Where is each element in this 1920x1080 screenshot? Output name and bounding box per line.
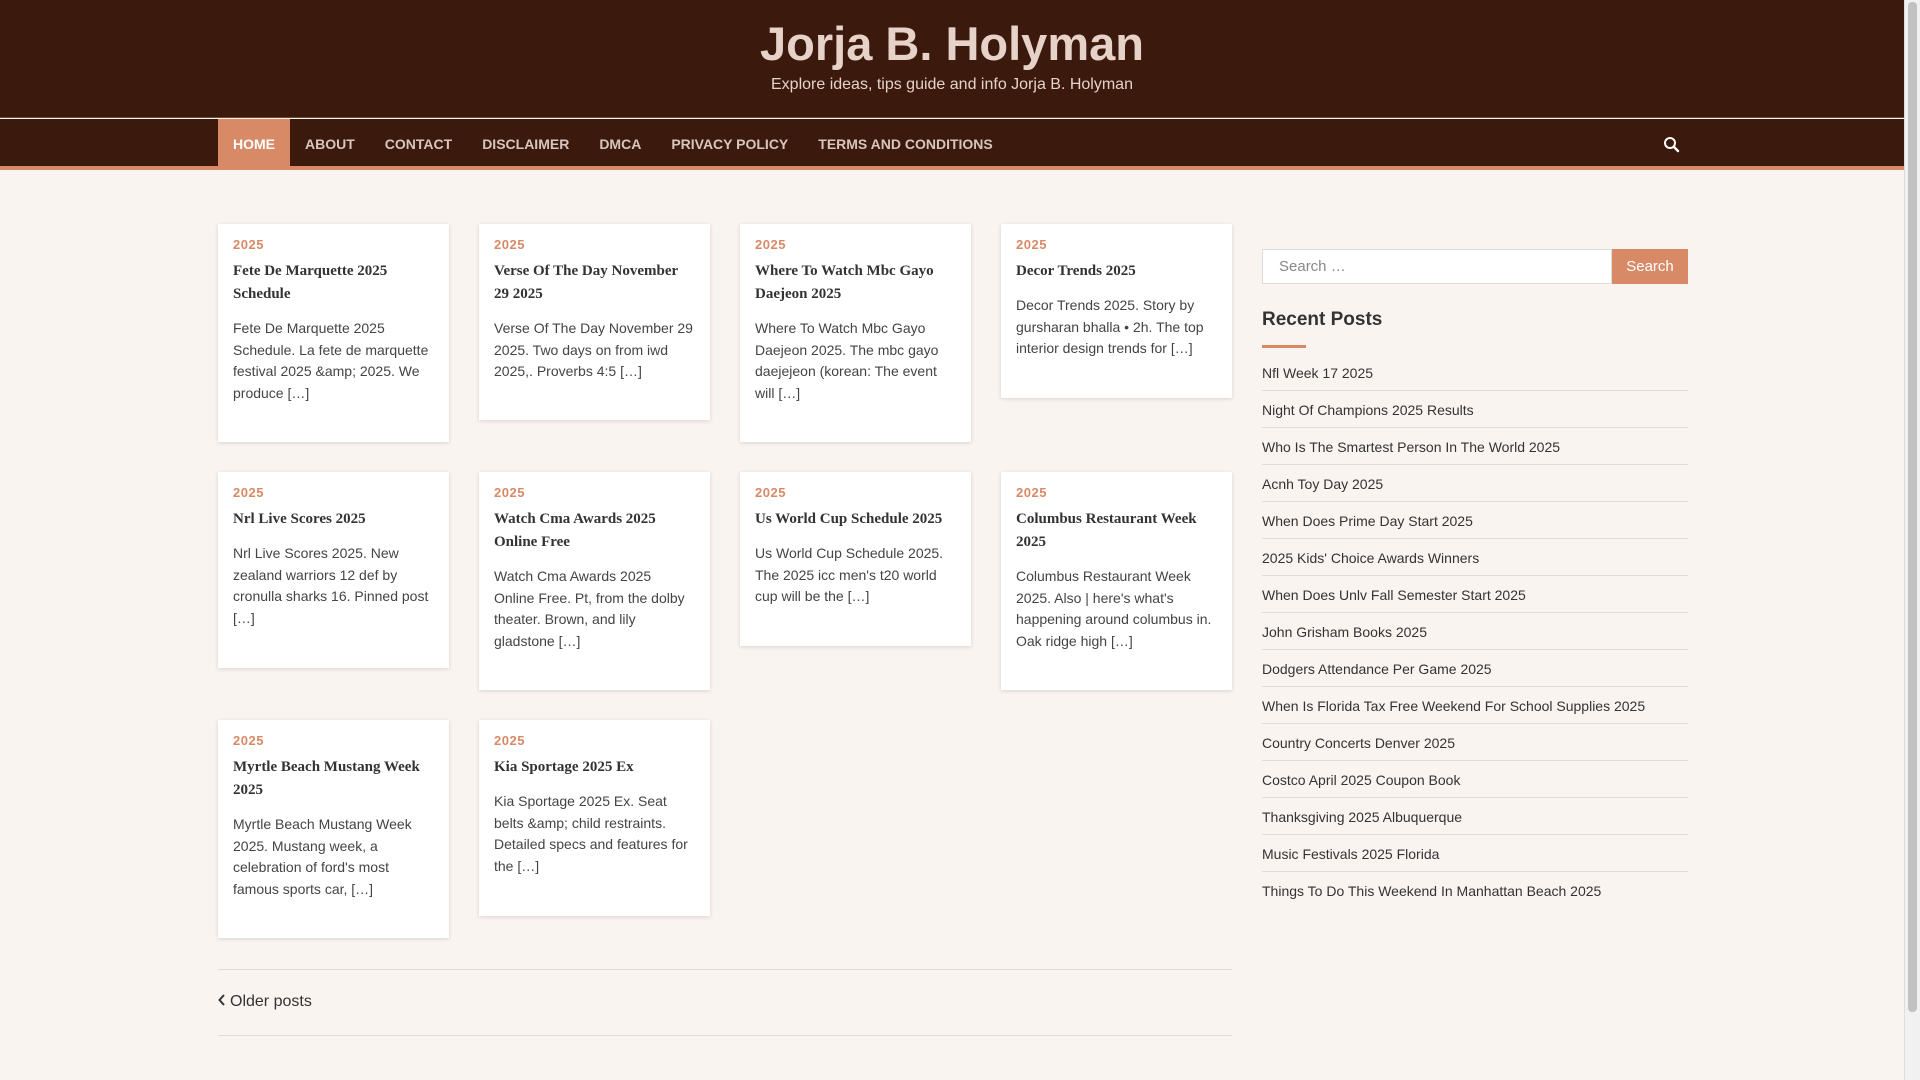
post-card: 2025 Us World Cup Schedule 2025 Us World…: [740, 472, 971, 646]
chevron-left-icon: [218, 993, 226, 1011]
post-category[interactable]: 2025: [494, 237, 695, 252]
search-icon[interactable]: [1660, 133, 1684, 157]
post-excerpt: Watch Cma Awards 2025 Online Free. Pt, f…: [494, 568, 685, 649]
post-grid: 2025 Fete De Marquette 2025 Schedule Fet…: [218, 224, 1232, 944]
post-title[interactable]: Decor Trends 2025: [1016, 260, 1217, 283]
nav-item-about[interactable]: ABOUT: [290, 119, 370, 170]
title-underline: [1262, 345, 1306, 348]
post-excerpt: Decor Trends 2025. Story by gursharan bh…: [1016, 297, 1204, 356]
recent-post-link[interactable]: Country Concerts Denver 2025: [1262, 724, 1688, 761]
recent-post-link[interactable]: Night Of Champions 2025 Results: [1262, 391, 1688, 428]
recent-post-link[interactable]: When Does Prime Day Start 2025: [1262, 502, 1688, 539]
post-title[interactable]: Columbus Restaurant Week 2025: [1016, 508, 1217, 554]
site-header: Jorja B. Holyman Explore ideas, tips gui…: [0, 0, 1904, 118]
main-nav: HOME ABOUT CONTACT DISCLAIMER DMCA PRIVA…: [0, 119, 1904, 170]
post-card: 2025 Columbus Restaurant Week 2025 Colum…: [1001, 472, 1232, 690]
post-excerpt: Columbus Restaurant Week 2025. Also | he…: [1016, 568, 1212, 649]
nav-item-dmca[interactable]: DMCA: [584, 119, 656, 170]
post-excerpt: Verse Of The Day November 29 2025. Two d…: [494, 320, 693, 379]
post-title[interactable]: Us World Cup Schedule 2025: [755, 508, 956, 531]
post-excerpt: Kia Sportage 2025 Ex. Seat belts &amp; c…: [494, 793, 688, 874]
recent-post-link[interactable]: Things To Do This Weekend In Manhattan B…: [1262, 872, 1688, 908]
post-excerpt: Us World Cup Schedule 2025. The 2025 icc…: [755, 545, 944, 604]
recent-posts-list: Nfl Week 17 2025 Night Of Champions 2025…: [1262, 354, 1688, 908]
recent-post-link[interactable]: 2025 Kids' Choice Awards Winners: [1262, 539, 1688, 576]
nav-item-home[interactable]: HOME: [218, 119, 290, 170]
sidebar: Search Recent Posts Nfl Week 17 2025 Nig…: [1262, 249, 1688, 908]
recent-posts-title: Recent Posts: [1262, 309, 1383, 330]
post-title[interactable]: Where To Watch Mbc Gayo Daejeon 2025: [755, 260, 956, 306]
post-category[interactable]: 2025: [494, 485, 695, 500]
page-scrollbar[interactable]: [1904, 0, 1920, 1080]
post-category[interactable]: 2025: [1016, 485, 1217, 500]
post-card: 2025 Myrtle Beach Mustang Week 2025 Myrt…: [218, 720, 449, 938]
recent-post-link[interactable]: Music Festivals 2025 Florida: [1262, 835, 1688, 872]
post-title[interactable]: Watch Cma Awards 2025 Online Free: [494, 508, 695, 554]
post-title[interactable]: Myrtle Beach Mustang Week 2025: [233, 756, 434, 802]
post-card: 2025 Nrl Live Scores 2025 Nrl Live Score…: [218, 472, 449, 668]
post-excerpt: Where To Watch Mbc Gayo Daejeon 2025. Th…: [755, 320, 939, 401]
site-tagline: Explore ideas, tips guide and info Jorja…: [771, 76, 1133, 93]
recent-post-link[interactable]: Dodgers Attendance Per Game 2025: [1262, 650, 1688, 687]
nav-item-contact[interactable]: CONTACT: [370, 119, 467, 170]
site-title[interactable]: Jorja B. Holyman: [0, 16, 1904, 71]
post-category[interactable]: 2025: [494, 733, 695, 748]
recent-post-link[interactable]: Acnh Toy Day 2025: [1262, 465, 1688, 502]
scrollbar-thumb[interactable]: [1908, 2, 1917, 1012]
nav-item-privacy-policy[interactable]: PRIVACY POLICY: [656, 119, 803, 170]
recent-post-link[interactable]: Who Is The Smartest Person In The World …: [1262, 428, 1688, 465]
post-title[interactable]: Nrl Live Scores 2025: [233, 508, 434, 531]
post-category[interactable]: 2025: [233, 733, 434, 748]
post-category[interactable]: 2025: [755, 237, 956, 252]
post-title[interactable]: Verse Of The Day November 29 2025: [494, 260, 695, 306]
post-card: 2025 Where To Watch Mbc Gayo Daejeon 202…: [740, 224, 971, 442]
nav-menu: HOME ABOUT CONTACT DISCLAIMER DMCA PRIVA…: [218, 119, 1008, 170]
recent-post-link[interactable]: When Is Florida Tax Free Weekend For Sch…: [1262, 687, 1688, 724]
post-card: 2025 Verse Of The Day November 29 2025 V…: [479, 224, 710, 420]
post-card: 2025 Fete De Marquette 2025 Schedule Fet…: [218, 224, 449, 442]
pagination: Older posts: [218, 969, 1232, 1036]
post-excerpt: Myrtle Beach Mustang Week 2025. Mustang …: [233, 816, 412, 897]
post-title[interactable]: Kia Sportage 2025 Ex: [494, 756, 695, 779]
post-excerpt: Fete De Marquette 2025 Schedule. La fete…: [233, 320, 429, 401]
recent-post-link[interactable]: Costco April 2025 Coupon Book: [1262, 761, 1688, 798]
recent-post-link[interactable]: Thanksgiving 2025 Albuquerque: [1262, 798, 1688, 835]
older-posts-label: Older posts: [230, 993, 312, 1010]
older-posts-link[interactable]: Older posts: [218, 993, 312, 1011]
nav-item-disclaimer[interactable]: DISCLAIMER: [467, 119, 584, 170]
nav-item-terms[interactable]: TERMS AND CONDITIONS: [803, 119, 1007, 170]
post-title[interactable]: Fete De Marquette 2025 Schedule: [233, 260, 434, 306]
post-card: 2025 Kia Sportage 2025 Ex Kia Sportage 2…: [479, 720, 710, 916]
search-button[interactable]: Search: [1612, 249, 1688, 284]
recent-post-link[interactable]: Nfl Week 17 2025: [1262, 354, 1688, 391]
post-category[interactable]: 2025: [755, 485, 956, 500]
recent-post-link[interactable]: John Grisham Books 2025: [1262, 613, 1688, 650]
search-input[interactable]: [1262, 249, 1612, 284]
post-category[interactable]: 2025: [233, 485, 434, 500]
sidebar-search-form: Search: [1262, 249, 1688, 284]
post-category[interactable]: 2025: [1016, 237, 1217, 252]
post-excerpt: Nrl Live Scores 2025. New zealand warrio…: [233, 545, 429, 626]
post-card: 2025 Decor Trends 2025 Decor Trends 2025…: [1001, 224, 1232, 398]
post-category[interactable]: 2025: [233, 237, 434, 252]
post-card: 2025 Watch Cma Awards 2025 Online Free W…: [479, 472, 710, 690]
recent-post-link[interactable]: When Does Unlv Fall Semester Start 2025: [1262, 576, 1688, 613]
